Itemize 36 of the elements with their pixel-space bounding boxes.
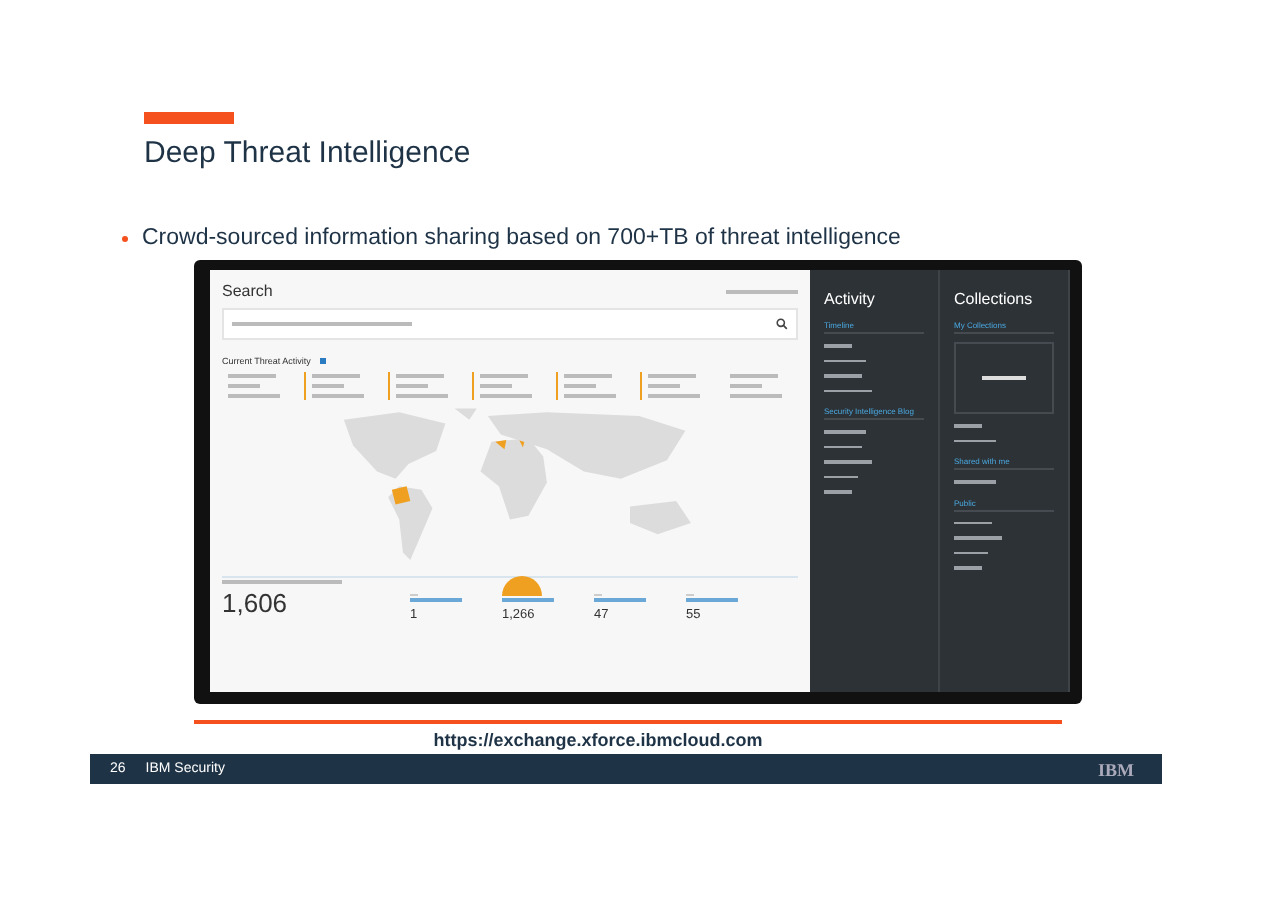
text-line <box>222 580 342 584</box>
text-line <box>954 566 983 569</box>
new-collection-box[interactable] <box>954 342 1054 414</box>
source-link[interactable]: https://exchange.xforce.ibmcloud.com <box>0 730 1276 750</box>
text-line <box>824 430 866 433</box>
text-line <box>726 289 798 293</box>
text-line <box>824 389 872 392</box>
text-line <box>954 521 992 524</box>
text-line <box>410 598 462 602</box>
text-line <box>824 475 857 478</box>
panel-title: Collections <box>954 290 1035 308</box>
bullet-text: Crowd-sourced information sharing based on 700+TB of threat intelligence <box>142 226 901 250</box>
text-line <box>824 344 853 347</box>
text-line <box>954 551 987 554</box>
total-count: 1,606 <box>222 588 288 618</box>
text-line <box>824 359 866 362</box>
search-icon[interactable] <box>776 318 788 330</box>
text-line <box>594 598 646 602</box>
search-title: Search <box>222 282 273 300</box>
text-line <box>686 598 738 602</box>
text-line <box>824 374 862 377</box>
search-field[interactable] <box>222 308 798 340</box>
text-line <box>502 598 554 602</box>
text-line <box>824 490 853 493</box>
text-line <box>954 536 1002 539</box>
info-icon <box>320 358 327 364</box>
company-logo: IBM <box>1098 759 1134 779</box>
panel-title: Activity <box>824 290 877 308</box>
text-line <box>824 445 862 448</box>
bullet-icon <box>122 235 128 241</box>
text-line <box>954 439 996 442</box>
slide-title: Deep Threat Intelligence <box>144 136 473 172</box>
accent-bar <box>144 112 234 124</box>
text-line <box>824 460 872 463</box>
text-line <box>954 480 996 483</box>
text-line <box>954 424 983 427</box>
